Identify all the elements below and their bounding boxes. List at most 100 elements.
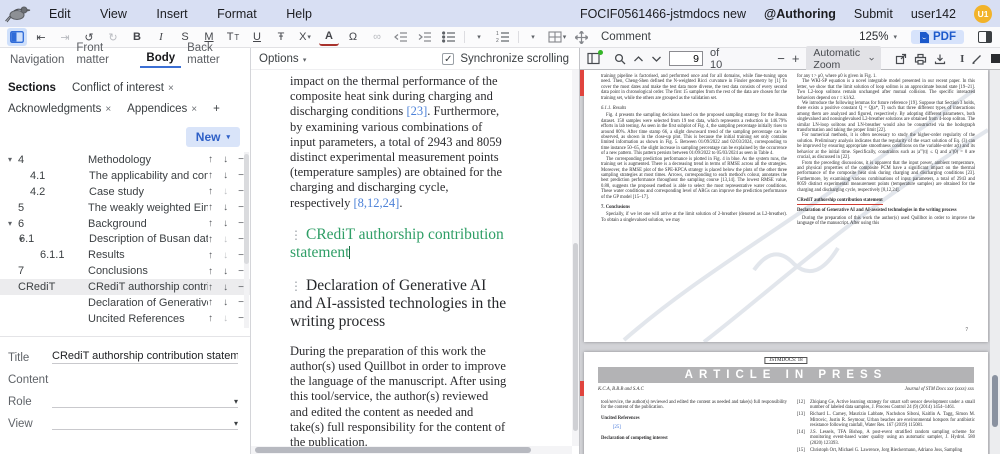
move-down-icon[interactable]: ↓ xyxy=(223,202,228,213)
menu-format[interactable]: Format xyxy=(204,7,270,21)
tab-front-matter[interactable]: Front matter xyxy=(70,42,140,68)
move-up-icon[interactable]: ↑ xyxy=(208,202,213,213)
move-up-icon[interactable]: ↑ xyxy=(208,170,213,181)
comment-button[interactable]: Comment xyxy=(601,31,651,43)
tree-row[interactable]: 7Conclusions↑↓− xyxy=(0,263,250,279)
editor-vertical-scrollbar[interactable] xyxy=(572,70,579,446)
bullet-list-button[interactable] xyxy=(439,28,459,46)
zoom-mode-select[interactable]: Automatic Zoom xyxy=(806,46,881,72)
tab-navigation[interactable]: Navigation xyxy=(4,54,70,68)
font-color-button[interactable]: A xyxy=(319,28,339,46)
find-previous-icon[interactable] xyxy=(633,55,644,63)
move-down-icon[interactable]: ↓ xyxy=(223,234,228,245)
title-input[interactable]: CRediT authorship contribution statement xyxy=(52,350,238,364)
find-next-icon[interactable] xyxy=(651,55,662,63)
special-character-button[interactable]: Ω xyxy=(343,28,363,46)
caret-down-icon[interactable]: ▾ xyxy=(8,219,18,228)
overstrike-button[interactable]: Ŧ xyxy=(271,28,291,46)
link-button[interactable]: ∞ xyxy=(367,28,387,46)
menu-edit[interactable]: Edit xyxy=(36,7,84,21)
tree-row[interactable]: ▾6Background↑↓− xyxy=(0,216,250,232)
move-down-icon[interactable]: ↓ xyxy=(223,154,228,165)
close-icon[interactable]: × xyxy=(105,104,111,115)
underline-button[interactable]: U xyxy=(247,28,267,46)
submit-button[interactable]: Submit xyxy=(854,7,893,21)
menu-help[interactable]: Help xyxy=(273,7,325,21)
tree-row[interactable]: ▾6.1Description of Busan data↑↓− xyxy=(0,231,250,247)
menu-view[interactable]: View xyxy=(87,7,140,21)
citation-link[interactable]: [23] xyxy=(406,104,427,118)
move-tool-icon[interactable] xyxy=(571,28,591,46)
heading-ai-declaration[interactable]: ⋮Declaration of Generative AI and AI-ass… xyxy=(290,277,508,331)
avatar[interactable]: U1 xyxy=(974,5,992,23)
tree-row[interactable]: Declaration of Generative↑↓− xyxy=(0,295,250,311)
move-down-icon[interactable]: ↓ xyxy=(223,218,228,229)
bullet-list-menu-icon[interactable]: ▾ xyxy=(469,28,489,46)
caret-down-icon[interactable]: ▾ xyxy=(8,155,18,164)
tree-scrollbar[interactable] xyxy=(244,152,249,328)
view-select[interactable]: ▾ xyxy=(52,419,238,430)
close-icon[interactable]: × xyxy=(191,104,197,115)
heading-credit-statement[interactable]: ⋮CRediT authorship contribution statemen… xyxy=(290,226,508,262)
content-field[interactable] xyxy=(52,385,238,386)
options-dropdown[interactable]: Options ▾ xyxy=(259,53,306,65)
move-up-icon[interactable]: ↑ xyxy=(208,313,213,324)
indent-decrease-icon[interactable] xyxy=(391,28,411,46)
move-down-icon[interactable]: ↓ xyxy=(223,313,228,324)
role-select[interactable]: ▾ xyxy=(52,397,238,408)
toggle-sidebar-button[interactable] xyxy=(7,28,27,46)
script-menu-button[interactable]: X▾ xyxy=(295,28,315,46)
move-down-icon[interactable]: ↓ xyxy=(223,170,228,181)
move-up-icon[interactable]: ↑ xyxy=(208,218,213,229)
move-up-icon[interactable]: ↑ xyxy=(208,266,213,277)
italic-button[interactable]: I xyxy=(151,28,171,46)
editor-horizontal-scrollbar[interactable] xyxy=(251,446,572,454)
tree-row-selected[interactable]: CRediTCRediT authorship contrib↑↓− xyxy=(0,279,250,295)
close-icon[interactable]: × xyxy=(168,83,174,94)
pdf-search-icon[interactable] xyxy=(614,53,626,65)
pdf-view-button[interactable]: PDF xyxy=(911,30,964,44)
pdf-scrollbar[interactable] xyxy=(990,70,1000,454)
tab-back-matter[interactable]: Back matter xyxy=(181,42,250,68)
previous-change-icon[interactable]: ⇤ xyxy=(31,28,51,46)
numbered-list-button[interactable]: 12 xyxy=(493,28,513,46)
indent-increase-icon[interactable] xyxy=(415,28,435,46)
add-section-tab-button[interactable]: + xyxy=(213,103,220,115)
drag-handle-icon[interactable]: ⋮ xyxy=(290,228,302,242)
move-up-icon[interactable]: ↑ xyxy=(208,297,213,308)
zoom-level-dropdown[interactable]: 125%▾ xyxy=(859,31,897,43)
drag-handle-icon[interactable]: ⋮ xyxy=(290,279,302,293)
tab-body[interactable]: Body xyxy=(140,52,181,68)
tree-row[interactable]: ▾4Methodology↑↓− xyxy=(0,152,250,168)
tree-row[interactable]: 6.1.1Results↑↓− xyxy=(0,247,250,263)
table-menu-button[interactable]: ▾ xyxy=(547,28,567,46)
zoom-in-icon[interactable]: + xyxy=(792,51,800,66)
right-panel-toggle-icon[interactable] xyxy=(978,31,992,43)
open-in-new-icon[interactable] xyxy=(895,53,907,65)
tree-row[interactable]: 5The weakly weighted Eins↑↓− xyxy=(0,200,250,216)
caret-down-icon[interactable]: ▾ xyxy=(8,235,19,244)
move-up-icon[interactable]: ↑ xyxy=(208,186,213,197)
annotate-pencil-icon[interactable] xyxy=(971,53,983,65)
text-select-tool-icon[interactable]: I xyxy=(960,53,964,65)
move-up-icon[interactable]: ↑ xyxy=(208,234,213,245)
move-up-icon[interactable]: ↑ xyxy=(208,250,213,261)
move-down-icon[interactable]: ↓ xyxy=(223,282,228,293)
page-number-input[interactable] xyxy=(669,51,703,66)
chip-acknowledgments[interactable]: Acknowledgments× xyxy=(8,103,111,115)
menu-insert[interactable]: Insert xyxy=(143,7,200,21)
move-down-icon[interactable]: ↓ xyxy=(223,186,228,197)
move-down-icon[interactable]: ↓ xyxy=(223,266,228,277)
chip-appendices[interactable]: Appendices× xyxy=(127,103,197,115)
chip-sections[interactable]: Sections xyxy=(8,82,56,94)
print-icon[interactable] xyxy=(914,53,927,65)
stamp-tool-icon[interactable] xyxy=(990,53,1000,64)
tree-row[interactable]: 4.2Case study↑↓− xyxy=(0,184,250,200)
numbered-list-menu-icon[interactable]: ▾ xyxy=(523,28,543,46)
move-down-icon[interactable]: ↓ xyxy=(223,250,228,261)
pdf-viewer[interactable]: training pipeline is factorised, and per… xyxy=(580,70,1000,454)
editor-paragraph[interactable]: impact on the thermal performance of the… xyxy=(290,74,508,211)
editor-paragraph[interactable]: During the preparation of this work the … xyxy=(290,344,508,446)
zoom-out-icon[interactable]: − xyxy=(777,51,785,66)
pdf-sidebar-toggle-icon[interactable] xyxy=(587,52,600,65)
